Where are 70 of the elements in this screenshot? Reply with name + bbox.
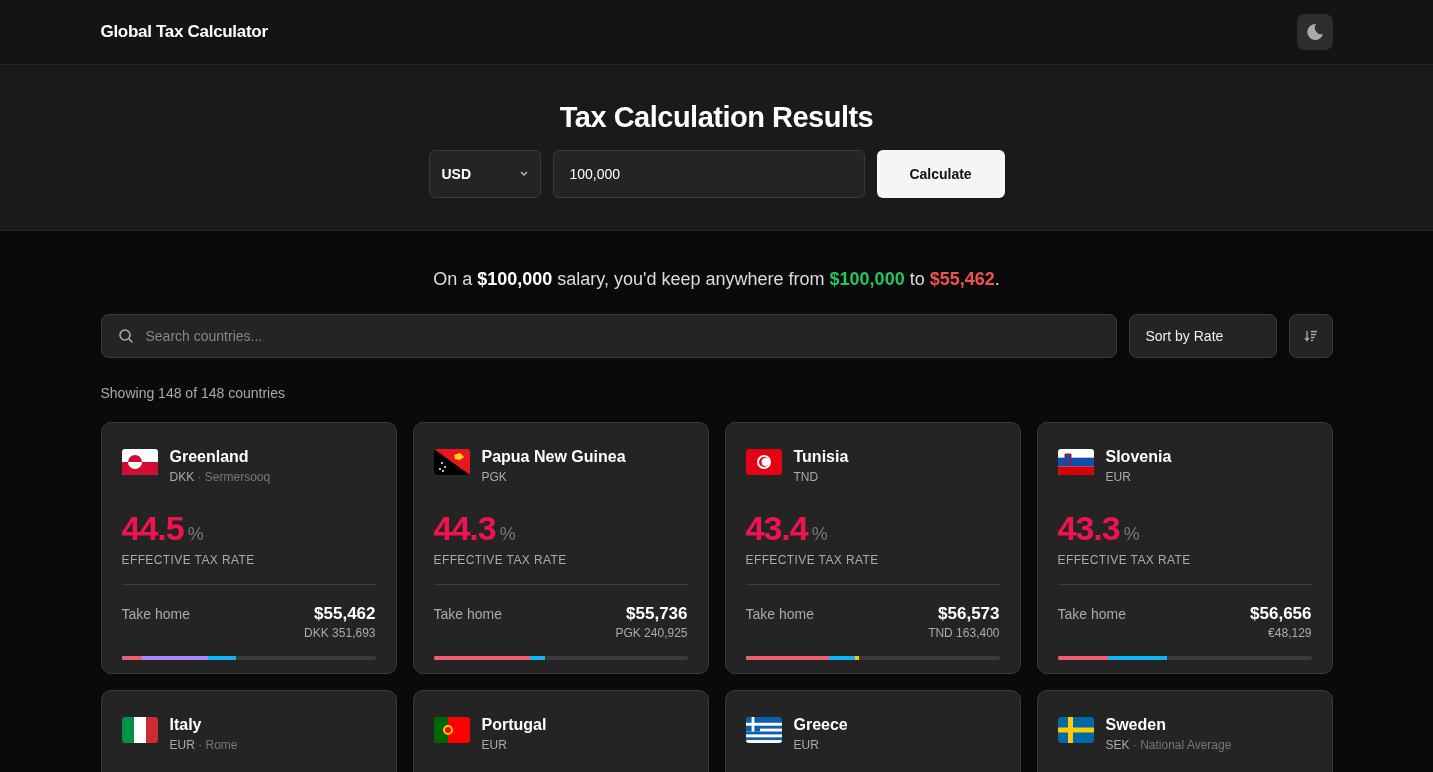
country-name: Italy xyxy=(169,715,203,735)
currency-region: DKK · Sermersooq xyxy=(169,470,271,484)
theme-toggle-button[interactable] xyxy=(1296,14,1333,50)
local-amount: DKK 351,693 xyxy=(304,626,376,640)
currency-region: EUR xyxy=(793,738,819,752)
tax-rate-label: EFFECTIVE TAX RATE xyxy=(433,553,568,567)
salary-input[interactable]: 100,000 xyxy=(552,150,865,198)
currency-region: SEK · National Average xyxy=(1105,738,1232,752)
tax-rate-label: EFFECTIVE TAX RATE xyxy=(121,553,256,567)
take-home-label: Take home xyxy=(745,605,814,624)
tax-rate-label: EFFECTIVE TAX RATE xyxy=(1057,553,1192,567)
country-card[interactable]: Slovenia EUR 43.3% EFFECTIVE TAX RATE Take home $56,656 €48,129 xyxy=(1036,422,1333,674)
flag-icon xyxy=(121,449,158,475)
tax-rate-label: EFFECTIVE TAX RATE xyxy=(745,553,880,567)
take-home-amount: $56,656 xyxy=(1250,604,1312,624)
country-name: Tunisia xyxy=(793,447,849,467)
search-field[interactable]: Search countries... xyxy=(100,314,1117,358)
country-card[interactable]: Tunisia TND 43.4% EFFECTIVE TAX RATE Take home $56,573 TND 163,400 xyxy=(724,422,1021,674)
flag-icon xyxy=(433,449,470,475)
percent-sign: % xyxy=(187,524,204,545)
currency-region: PGK xyxy=(481,470,507,484)
country-name: Greece xyxy=(793,715,848,735)
calculate-button[interactable]: Calculate xyxy=(876,150,1005,198)
take-home-amount: $56,573 xyxy=(937,604,1000,624)
country-name: Sweden xyxy=(1105,715,1167,735)
percent-sign: % xyxy=(1123,524,1140,545)
flag-icon xyxy=(1057,717,1094,743)
country-card[interactable]: Greenland DKK · Sermersooq 44.5% EFFECTIVE TAX RATE Take home $55,462 DKK 351,693 xyxy=(100,422,397,674)
country-name: Slovenia xyxy=(1105,447,1172,467)
percent-sign: % xyxy=(499,524,516,545)
country-card[interactable]: Italy EUR · Rome xyxy=(100,690,397,772)
page-title: Tax Calculation Results xyxy=(558,100,875,135)
country-name: Portugal xyxy=(481,715,547,735)
country-card[interactable]: Greece EUR xyxy=(724,690,1021,772)
country-card[interactable]: Sweden SEK · National Average xyxy=(1036,690,1333,772)
take-home-label: Take home xyxy=(1057,605,1126,624)
currency-region: EUR xyxy=(1105,470,1131,484)
currency-select[interactable]: USD xyxy=(428,150,541,198)
currency-region: EUR · Rome xyxy=(169,738,238,752)
flag-icon xyxy=(745,717,782,743)
country-name: Papua New Guinea xyxy=(481,447,626,467)
take-home-label: Take home xyxy=(433,605,502,624)
take-home-amount: $55,736 xyxy=(625,604,688,624)
tax-rate: 44.3 xyxy=(433,509,496,547)
results-count: Showing 148 of 148 countries xyxy=(100,385,286,401)
moon-icon xyxy=(1305,23,1324,41)
app-title: Global Tax Calculator xyxy=(100,22,268,42)
flag-icon xyxy=(1057,449,1094,475)
flag-icon xyxy=(433,717,470,743)
country-name: Greenland xyxy=(169,447,250,467)
country-card[interactable]: Papua New Guinea PGK 44.3% EFFECTIVE TAX RATE Take home $55,736 PGK 240,925 xyxy=(412,422,709,674)
flag-icon xyxy=(745,449,782,475)
flag-icon xyxy=(121,717,158,743)
tax-rate: 44.5 xyxy=(121,509,184,547)
summary-text: On a $100,000 salary, you'd keep anywhere from $100,000 to $55,462. xyxy=(432,268,1001,291)
percent-sign: % xyxy=(811,524,828,545)
country-card[interactable]: Portugal EUR xyxy=(412,690,709,772)
currency-region: TND xyxy=(793,470,819,484)
local-amount: TND 163,400 xyxy=(928,626,1000,640)
take-home-label: Take home xyxy=(121,605,190,624)
sort-order-button[interactable] xyxy=(1288,314,1333,358)
take-home-amount: $55,462 xyxy=(313,604,376,624)
local-amount: €48,129 xyxy=(1267,626,1312,640)
sort-select[interactable]: Sort by Rate xyxy=(1128,314,1277,358)
sort-descending-icon xyxy=(1303,330,1318,342)
local-amount: PGK 240,925 xyxy=(615,626,688,640)
currency-region: EUR xyxy=(481,738,507,752)
tax-rate: 43.4 xyxy=(745,509,808,547)
chevron-down-icon xyxy=(519,171,528,177)
tax-rate: 43.3 xyxy=(1057,509,1120,547)
